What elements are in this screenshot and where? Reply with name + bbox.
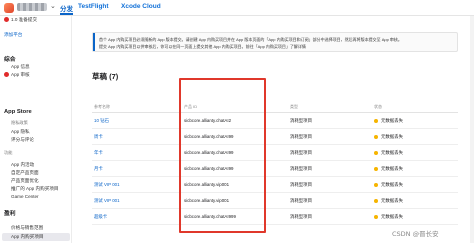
banner-text-line-1: 首个 App 内购买项目必须随新的 App 版本提交。请创建 App 内购买项目…	[99, 37, 402, 42]
row-reference-name[interactable]: 年卡	[94, 150, 103, 156]
status-dot-icon	[374, 215, 378, 219]
sidebar-heading-features: 功能	[4, 150, 13, 155]
status-dot-icon	[374, 167, 378, 171]
sidebar: 1.0 准备提交 添加平台 综合 App 信息 App 审核 App Store…	[0, 16, 72, 243]
row-reference-name[interactable]: 周卡	[94, 134, 103, 140]
sidebar-item-game-center[interactable]: Game Center	[11, 194, 39, 199]
sidebar-item-ratings[interactable]: 评分与评论	[11, 137, 34, 143]
row-reference-name[interactable]: 10 钻石	[94, 118, 109, 124]
alert-icon	[4, 17, 9, 22]
column-header-reference-name[interactable]: 参考名称	[94, 104, 110, 110]
row-type: 消耗型项目	[290, 166, 312, 171]
table-row[interactable]: 10 钻石 sicbcore.allianty.chatAI2 消耗型项目 元数…	[92, 113, 458, 129]
tab-xcode-cloud[interactable]: Xcode Cloud	[121, 3, 161, 10]
sidebar-app-status[interactable]: 1.0 准备提交	[11, 17, 37, 23]
app-icon[interactable]	[4, 3, 14, 13]
row-type: 消耗型项目	[290, 118, 312, 123]
tab-testflight[interactable]: TestFlight	[78, 3, 109, 10]
status-dot-icon	[374, 119, 378, 123]
status-dot-icon	[374, 183, 378, 187]
row-product-id: sicbcore.allianty.chatAI99	[184, 166, 234, 171]
row-reference-name[interactable]: 测试 VIP 001	[94, 182, 120, 188]
sidebar-item-product-page-optimization[interactable]: 产品页面优化	[11, 178, 39, 184]
row-product-id: sicbcore.allianty.chatAI999	[184, 214, 236, 219]
row-status: 元数据丢失	[381, 134, 403, 139]
watermark: CSDN @晋长安	[392, 230, 439, 238]
status-dot-icon	[374, 199, 378, 203]
sidebar-item-app-info[interactable]: App 信息	[11, 64, 30, 70]
app-name-redacted[interactable]	[17, 3, 47, 11]
table-row[interactable]: 测试 VIP 001 sicbcore.allianty.vip001 消耗型项…	[92, 177, 458, 193]
column-header-product-id[interactable]: 产品 ID	[184, 104, 197, 110]
row-product-id: sicbcore.allianty.chatAI99	[184, 134, 234, 139]
sidebar-heading-monetization: 盈利	[4, 211, 16, 217]
table-row[interactable]: 超级卡 sicbcore.allianty.chatAI999 消耗型项目 元数…	[92, 209, 458, 225]
row-type: 消耗型项目	[290, 134, 312, 139]
row-status: 元数据丢失	[381, 166, 403, 171]
row-product-id: sicbcore.allianty.chatAI2	[184, 118, 232, 123]
sidebar-item-promoted-iap[interactable]: 推广的 App 内购买项目	[11, 186, 58, 192]
banner-text-line-2: 提交 App 内购买项目以供审核后，你可以在同一页面上提交其他 App 内购买项…	[99, 44, 306, 49]
row-product-id: sicbcore.allianty.chatAI99	[184, 150, 234, 155]
sidebar-item-app-review[interactable]: App 审核	[11, 72, 30, 78]
sidebar-item-in-app-purchases[interactable]: App 内购买项目	[11, 234, 43, 240]
top-bar: ⌄ 分发 TestFlight Xcode Cloud	[0, 0, 474, 16]
row-status: 元数据丢失	[381, 118, 403, 123]
row-type: 消耗型项目	[290, 198, 312, 203]
row-product-id: sicbcore.allianty.vip001	[184, 198, 230, 203]
column-header-type[interactable]: 类型	[290, 104, 298, 110]
chevron-down-icon[interactable]: ⌄	[50, 2, 56, 10]
table-row[interactable]: 年卡 sicbcore.allianty.chatAI99 消耗型项目 元数据丢…	[92, 145, 458, 161]
table-row[interactable]: 周卡 sicbcore.allianty.chatAI99 消耗型项目 元数据丢…	[92, 129, 458, 145]
row-type: 消耗型项目	[290, 214, 312, 219]
tab-distribution[interactable]: 分发	[60, 3, 73, 13]
status-dot-icon	[374, 151, 378, 155]
row-status: 元数据丢失	[381, 150, 403, 155]
sidebar-item-app-privacy[interactable]: App 隐私	[11, 129, 30, 135]
table-row[interactable]: 测试 VIP 001 sicbcore.allianty.vip001 消耗型项…	[92, 193, 458, 209]
row-status: 元数据丢失	[381, 214, 403, 219]
row-status: 元数据丢失	[381, 182, 403, 187]
sidebar-item-custom-product-pages[interactable]: 自定产品页面	[11, 170, 39, 176]
alert-icon	[4, 72, 9, 77]
active-tab-indicator	[60, 13, 73, 15]
sidebar-heading-app-store: App Store	[4, 109, 32, 115]
main-content: 首个 App 内购买项目必须随新的 App 版本提交。请创建 App 内购买项目…	[72, 16, 474, 243]
add-platform-link[interactable]: 添加平台	[4, 32, 22, 38]
section-title: 草稿 (7)	[92, 72, 119, 81]
row-reference-name[interactable]: 测试 VIP 001	[94, 198, 120, 204]
row-reference-name[interactable]: 月卡	[94, 166, 103, 172]
sidebar-item-in-app-events[interactable]: App 内活动	[11, 162, 34, 168]
row-status: 元数据丢失	[381, 198, 403, 203]
status-dot-icon	[374, 135, 378, 139]
sidebar-item-pricing[interactable]: 价格与销售范围	[11, 225, 43, 231]
row-reference-name[interactable]: 超级卡	[94, 214, 107, 220]
sidebar-item-privacy-policy[interactable]: 隐私政策	[11, 120, 28, 126]
info-banner: 首个 App 内购买项目必须随新的 App 版本提交。请创建 App 内购买项目…	[92, 32, 458, 52]
table-row[interactable]: 月卡 sicbcore.allianty.chatAI99 消耗型项目 元数据丢…	[92, 161, 458, 177]
app-window: ⌄ 分发 TestFlight Xcode Cloud 1.0 准备提交 添加平…	[0, 0, 474, 243]
row-product-id: sicbcore.allianty.vip001	[184, 182, 230, 187]
banner-accent-bar	[93, 33, 95, 51]
column-header-status[interactable]: 状态	[374, 104, 382, 110]
scrollbar[interactable]	[470, 16, 474, 243]
sidebar-heading-general: 综合	[4, 57, 16, 63]
row-type: 消耗型项目	[290, 182, 312, 187]
row-type: 消耗型项目	[290, 150, 312, 155]
